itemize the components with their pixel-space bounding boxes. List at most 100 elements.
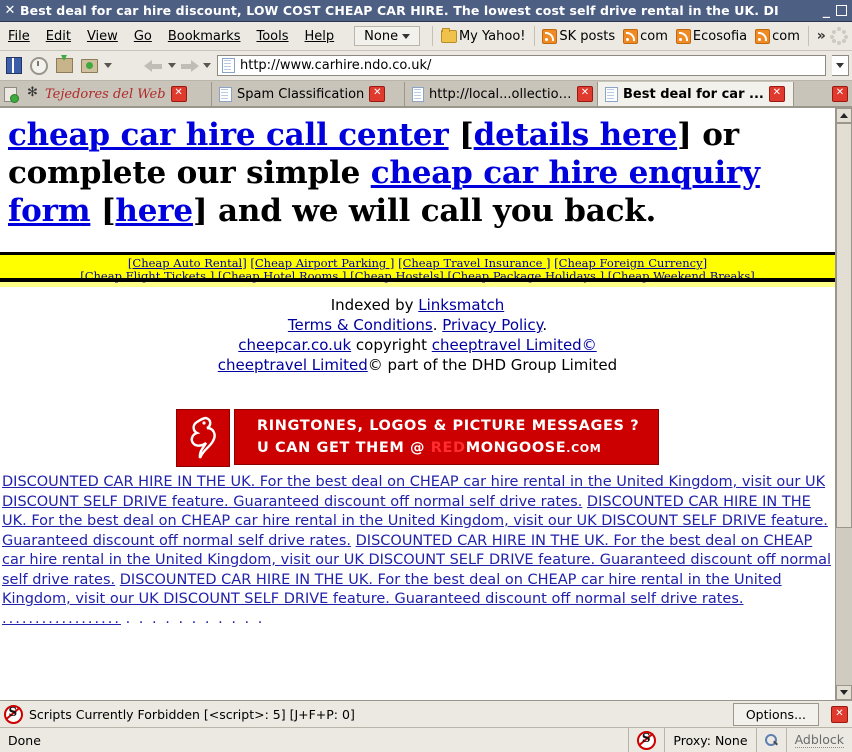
- noscript-close-button[interactable]: ✕: [831, 705, 848, 723]
- link-cheap-foreign-currency[interactable]: [Cheap Foreign Currency]: [554, 256, 707, 270]
- page-icon: [219, 86, 232, 102]
- history-clock-icon[interactable]: [28, 55, 50, 77]
- menu-view[interactable]: View: [80, 26, 125, 47]
- profile-selector[interactable]: None: [354, 26, 421, 46]
- seo-link-dots[interactable]: ..................: [2, 611, 121, 627]
- link-linksmatch[interactable]: Linksmatch: [418, 296, 504, 314]
- back-button[interactable]: [144, 58, 164, 74]
- toolbar-separator: [533, 26, 535, 46]
- forward-button[interactable]: [179, 58, 199, 74]
- forward-history-chevron-icon[interactable]: [203, 63, 211, 68]
- minimize-button[interactable]: _: [823, 5, 830, 17]
- link-cheeptravel-limited-2[interactable]: cheeptravel Limited: [218, 356, 368, 374]
- credits-line-terms: Terms & Conditions. Privacy Policy.: [0, 315, 835, 335]
- screenshot-icon[interactable]: [78, 55, 100, 77]
- bookmark-ecosofia[interactable]: Ecosofia: [672, 27, 751, 46]
- window-close-glyph[interactable]: ✕: [0, 3, 20, 18]
- rss-icon: [755, 28, 771, 44]
- link-cheepcar-co-uk[interactable]: cheepcar.co.uk: [238, 336, 351, 354]
- content-area: cheap car hire call center [details here…: [0, 107, 852, 700]
- link-terms-and-conditions[interactable]: Terms & Conditions: [288, 316, 433, 334]
- back-history-chevron-icon[interactable]: [168, 63, 176, 68]
- link-privacy-policy[interactable]: Privacy Policy: [442, 316, 542, 334]
- magnifier-icon: [764, 733, 778, 747]
- menu-file[interactable]: File: [1, 26, 37, 47]
- ad-brand-tld: .COM: [566, 441, 602, 455]
- scrollbar-thumb[interactable]: [836, 123, 852, 528]
- page-icon: [222, 58, 235, 73]
- bookmark-label: SK posts: [559, 28, 616, 44]
- link-cheap-auto-rental[interactable]: [Cheap Auto Rental]: [128, 256, 247, 270]
- link-cheeptravel-limited-1[interactable]: cheeptravel Limited©: [432, 336, 597, 354]
- menu-go[interactable]: Go: [127, 26, 159, 47]
- sidebar-icon[interactable]: [3, 55, 25, 77]
- bookmark-sk-posts[interactable]: SK posts: [538, 27, 619, 46]
- statusbar-noscript-cell[interactable]: [628, 728, 664, 752]
- menu-edit[interactable]: Edit: [39, 26, 78, 47]
- tab-close-button[interactable]: ✕: [768, 86, 785, 102]
- navigation-toolbar: http://www.carhire.ndo.co.uk/: [0, 51, 852, 81]
- scrollbar-track[interactable]: [836, 123, 852, 685]
- advertisement-area: RINGTONES, LOGOS & PICTURE MESSAGES ? U …: [0, 375, 835, 467]
- adblock-label: Adblock: [794, 732, 844, 748]
- tab-close-button[interactable]: ✕: [369, 86, 386, 102]
- tab-best-deal-for-car[interactable]: Best deal for car ... ✕: [598, 82, 794, 106]
- noscript-notification-bar: Scripts Currently Forbidden [<script>: 5…: [0, 700, 852, 727]
- close-tab-bar-button[interactable]: ✕: [828, 82, 852, 106]
- menu-edit-label: Edit: [45, 28, 71, 44]
- bookmark-com-2[interactable]: com: [751, 27, 804, 46]
- redmongoose-banner-ad[interactable]: RINGTONES, LOGOS & PICTURE MESSAGES ? U …: [176, 409, 659, 467]
- tab-label: Best deal for car ...: [623, 86, 764, 102]
- headline-tail-text: ] and we will call you back.: [192, 193, 657, 229]
- rss-icon: [542, 28, 558, 44]
- scroll-up-button[interactable]: [836, 108, 852, 123]
- link-here[interactable]: here: [115, 193, 193, 229]
- title-bar: ✕ Best deal for car hire discount, LOW C…: [0, 0, 852, 22]
- yellow-banner-row-1: [Cheap Auto Rental] [Cheap Airport Parki…: [0, 255, 835, 270]
- noscript-options-button[interactable]: Options...: [732, 702, 819, 726]
- bookmark-my-yahoo[interactable]: My Yahoo!: [437, 27, 530, 46]
- tab-spam-classification[interactable]: Spam Classification ✕: [212, 82, 405, 106]
- scroll-down-button[interactable]: [836, 685, 852, 700]
- noscript-status-text: Scripts Currently Forbidden [<script>: 5…: [29, 706, 355, 722]
- tab-localhost-collection[interactable]: http://local...ollection=1 ✕: [405, 82, 598, 106]
- statusbar-search-cell[interactable]: [755, 728, 786, 752]
- bookmark-label: com: [772, 28, 800, 44]
- ad-brand-white: MONGOOSE: [465, 439, 567, 456]
- vertical-scrollbar[interactable]: [835, 108, 852, 700]
- maximize-button[interactable]: [836, 5, 847, 16]
- download-icon[interactable]: [53, 55, 75, 77]
- noscript-icon[interactable]: [637, 730, 657, 750]
- link-cheap-airport-parking[interactable]: [Cheap Airport Parking ]: [250, 256, 394, 270]
- close-all-icon[interactable]: ✕: [832, 86, 848, 102]
- tab-label: http://local...ollection=1: [429, 86, 572, 102]
- tab-tejedores-del-web[interactable]: Tejedores del Web ✕: [20, 82, 212, 106]
- page-icon: [412, 86, 425, 102]
- tab-close-button[interactable]: ✕: [577, 86, 593, 102]
- page-footer-credits: Indexed by Linksmatch Terms & Conditions…: [0, 287, 835, 375]
- link-cheap-car-hire-call-center[interactable]: cheap car hire call center: [8, 117, 449, 153]
- headline-bracket-open-2: [: [90, 193, 116, 229]
- menu-bookmarks[interactable]: Bookmarks: [161, 26, 248, 47]
- url-bar[interactable]: http://www.carhire.ndo.co.uk/: [217, 55, 826, 76]
- seo-link-4[interactable]: DISCOUNTED CAR HIRE IN THE UK. For the b…: [2, 572, 782, 608]
- tab-close-button[interactable]: ✕: [170, 86, 187, 102]
- page-headline: cheap car hire call center [details here…: [0, 108, 835, 230]
- url-dropdown-button[interactable]: [832, 55, 849, 76]
- link-details-here[interactable]: details here: [474, 117, 678, 153]
- bookmark-com-1[interactable]: com: [619, 27, 672, 46]
- credits-line-copyright: cheepcar.co.uk copyright cheeptravel Lim…: [0, 335, 835, 355]
- headline-bracket-open: [: [448, 117, 474, 153]
- chevron-down-icon[interactable]: [104, 63, 112, 68]
- link-cheap-travel-insurance[interactable]: [Cheap Travel Insurance ]: [398, 256, 550, 270]
- menu-help[interactable]: Help: [298, 26, 342, 47]
- credits-line-indexed-by: Indexed by Linksmatch: [0, 295, 835, 315]
- menu-tools[interactable]: Tools: [249, 26, 295, 47]
- noscript-icon[interactable]: [4, 704, 23, 724]
- status-text: Done: [8, 732, 41, 748]
- ad-brand-red: RED: [430, 439, 466, 456]
- statusbar-adblock-cell[interactable]: Adblock: [785, 728, 852, 752]
- statusbar-proxy-cell[interactable]: Proxy: None: [664, 728, 755, 752]
- toolbar-overflow-button[interactable]: »: [813, 28, 830, 44]
- new-tab-button[interactable]: [0, 82, 20, 106]
